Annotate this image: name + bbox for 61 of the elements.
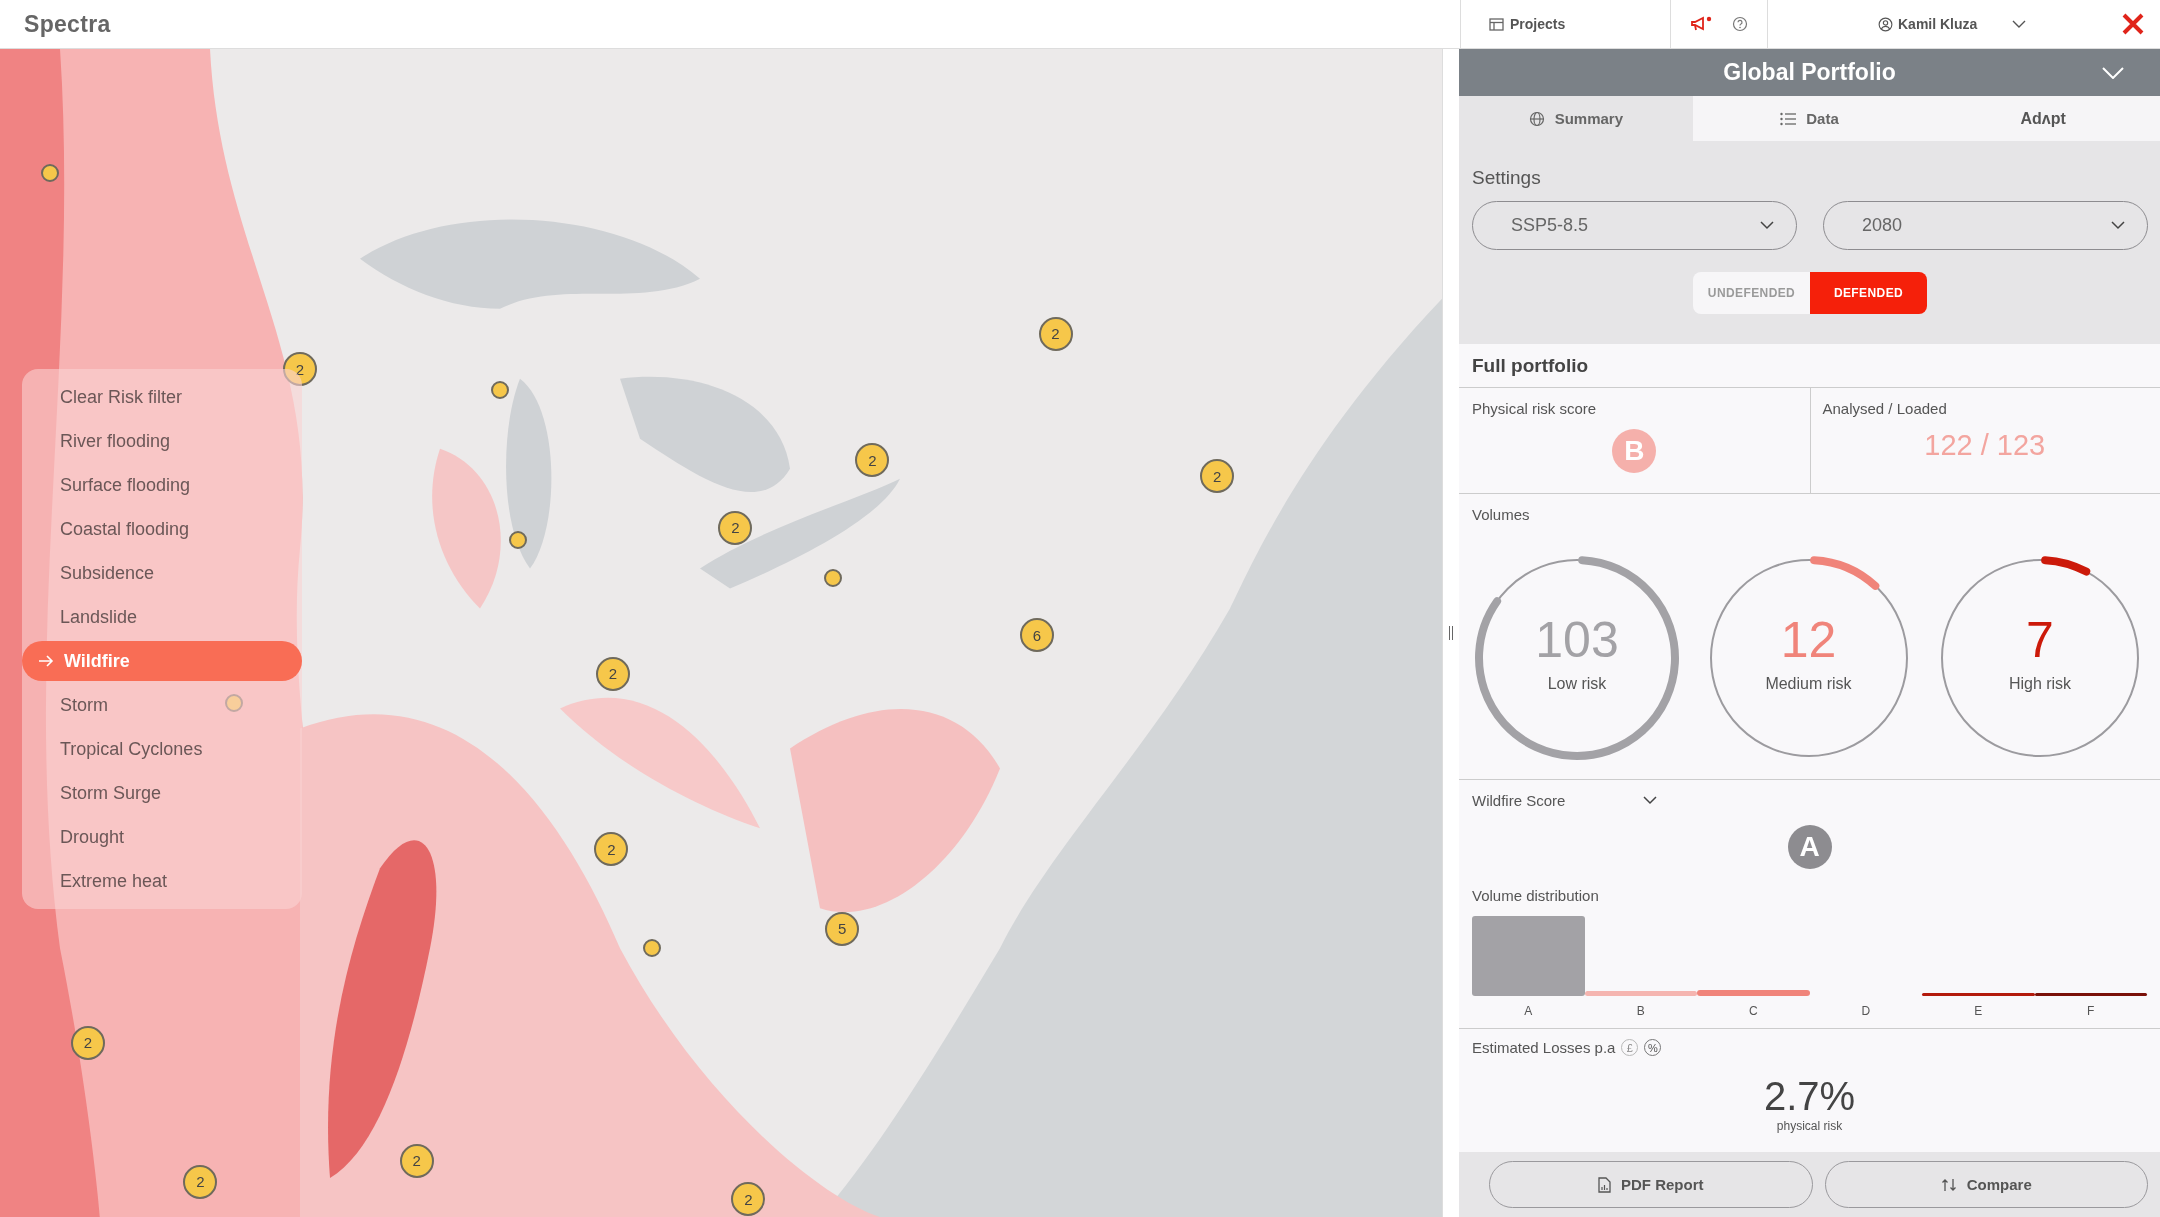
chevron-down-icon [1760,221,1774,230]
risk-filter-item[interactable]: Coastal flooding [22,509,302,549]
chevron-down-icon [2012,19,2027,29]
section-title: Full portfolio [1459,344,2160,388]
defence-toggle-option[interactable]: DEFENDED [1810,272,1927,314]
drag-handle-icon[interactable] [1448,626,1454,640]
risk-filter-item[interactable]: Tropical Cyclones [22,729,302,769]
risk-filter-item[interactable]: Drought [22,817,302,857]
settings-title: Settings [1472,167,1542,189]
x-logo-icon[interactable] [2122,13,2144,35]
map[interactable]: 2 2 2 2 2 2 6 2 5 2 2 2 2 Clear Risk filter River flooding Surface flooding Coastal flooding Subsidence Landslide Wildfire Storm Tropical Cyclones Storm Surge Drought Extreme heat [0,49,1442,1217]
losses-title: Estimated Losses p.a [1472,1039,1616,1056]
tab[interactable]: Adʌpt [1926,96,2160,141]
loss-value: 2.7% [1763,1074,1856,1119]
category-label: E [1974,1004,1983,1018]
panel-title: Global Portfolio [1723,59,1896,86]
volumes-title: Volumes [1472,506,1531,523]
tab[interactable]: Summary [1459,96,1693,141]
analysed-label: Analysed / Loaded [1822,400,1947,417]
analysed-count: 122 / 123 [1924,429,2046,462]
risk-filter-item[interactable]: Subsidence [22,553,302,593]
risk-filter-item[interactable]: River flooding [22,421,302,461]
document-icon [1598,1176,1611,1193]
tab[interactable]: Data [1692,96,1927,141]
score-badge: B [1612,429,1657,473]
logo[interactable]: Spectra [24,10,111,38]
megaphone-icon[interactable] [1690,16,1712,32]
category-label: A [1524,1004,1533,1018]
risk-label: Low risk [1547,675,1607,693]
risk-filter-item[interactable]: Surface flooding [22,465,302,505]
risk-filter-item[interactable]: Storm [22,685,302,725]
score-type-dropdown[interactable]: Wildfire Score [1472,792,1658,809]
risk-count: 103 [1535,615,1619,665]
distribution-title: Volume distribution [1472,887,1600,904]
list-icon [1780,111,1797,126]
swap-icon [1940,1176,1957,1193]
risk-label: Medium risk [1765,675,1852,693]
risk-filter-item[interactable]: Storm Surge [22,773,302,813]
category-label: F [2087,1004,2095,1018]
chevron-down-icon [2102,67,2124,79]
risk-label: High risk [2008,675,2072,693]
chevron-down-icon [1643,796,1658,805]
layout-icon [1489,17,1504,31]
user-menu[interactable]: Kamil Kluza [1767,0,2122,48]
category-label: C [1748,1004,1758,1018]
panel-header[interactable]: Global Portfolio [1459,49,2160,96]
risk-filter-item[interactable]: Extreme heat [22,861,302,901]
score-label: Physical risk score [1472,400,1597,417]
category-label: B [1636,1004,1645,1018]
risk-filter-item[interactable]: Landslide [22,597,302,637]
arrow-right-icon [38,655,54,667]
loss-caption: physical risk [1776,1119,1843,1133]
chevron-down-icon [2111,221,2125,230]
category-label: D [1861,1004,1871,1018]
user-icon [1878,16,1893,32]
projects-button[interactable]: Projects [1460,0,1670,48]
risk-count: 7 [2026,615,2054,665]
globe-icon [1528,110,1545,127]
help-icon[interactable] [1732,16,1748,32]
score-badge: A [1787,825,1832,869]
risk-count: 12 [1780,615,1837,665]
